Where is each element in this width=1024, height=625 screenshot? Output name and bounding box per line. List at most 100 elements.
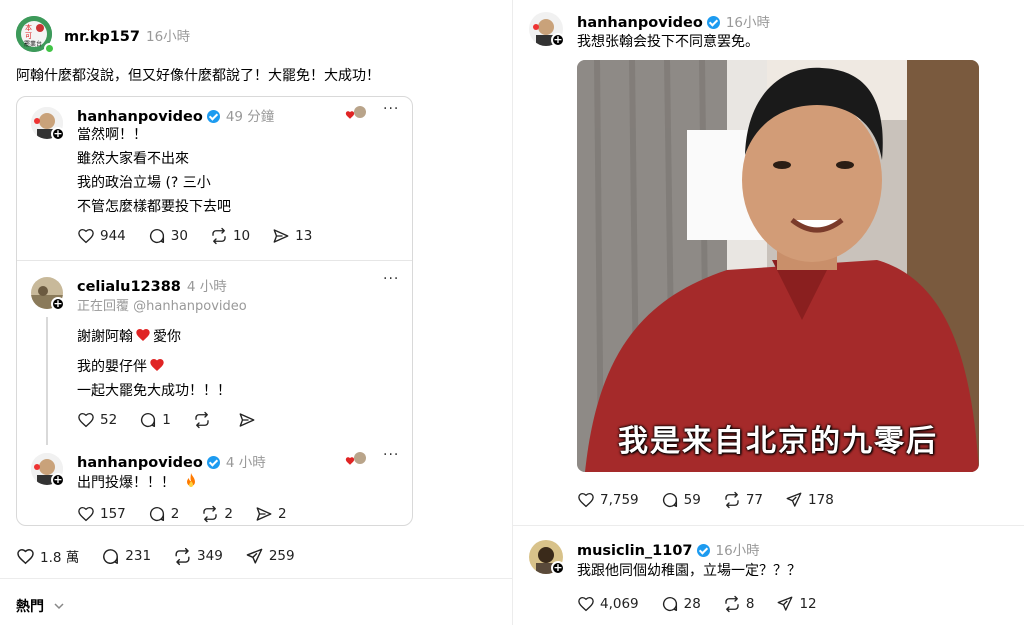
- heart-icon: [577, 491, 595, 509]
- username[interactable]: hanhanpovideo: [77, 455, 203, 471]
- follow-plus-icon[interactable]: +: [551, 561, 565, 575]
- red-heart-emoji-icon: [149, 357, 165, 373]
- verified-badge-icon: [696, 544, 710, 557]
- comment-button[interactable]: 1: [139, 411, 171, 429]
- comment-count: 1: [162, 412, 171, 428]
- share-button[interactable]: 178: [785, 491, 834, 509]
- replying-to-label[interactable]: 正在回覆 @hanhanpovideo: [77, 295, 247, 319]
- fire-emoji-icon: [187, 473, 195, 487]
- like-button[interactable]: 944: [77, 227, 126, 245]
- reply-text: 愛你: [153, 329, 181, 345]
- post-time: 4 小時: [225, 455, 266, 471]
- like-button[interactable]: 52: [77, 411, 117, 429]
- comment-bubble-icon: [139, 411, 157, 429]
- comment-bubble-icon: [148, 505, 166, 523]
- repost-button[interactable]: 77: [723, 491, 763, 509]
- quoted-thread-card[interactable]: + hanhanpovideo 49 分鐘 ··· 當然啊！！ 雖然大家看不出來 …: [16, 96, 413, 526]
- comment-button[interactable]: 59: [661, 491, 701, 509]
- action-bar: 4,069 28 8 12: [577, 595, 839, 613]
- share-button[interactable]: 12: [776, 595, 817, 613]
- left-post-panel: 本 可 罷業台 mr.kp157 16小時 阿翰什麼都沒說，但又好像什麼都說了！大…: [0, 0, 512, 625]
- heart-icon: [77, 411, 95, 429]
- reply-line: 謝謝阿翰 愛你: [77, 325, 181, 349]
- follow-plus-icon[interactable]: +: [51, 127, 65, 141]
- chevron-down-icon: [54, 603, 64, 610]
- comment-bubble-icon: [101, 547, 120, 566]
- online-status-dot: [44, 43, 55, 54]
- share-button[interactable]: [238, 411, 261, 429]
- like-button[interactable]: 7,759: [577, 491, 639, 509]
- follow-plus-icon[interactable]: +: [51, 473, 65, 487]
- verified-badge-icon: [206, 110, 220, 123]
- send-paper-plane-icon: [255, 505, 273, 523]
- comment-bubble-icon: [661, 491, 679, 509]
- divider: [513, 525, 1024, 526]
- share-button[interactable]: 13: [272, 227, 312, 245]
- post-time: 4 小時: [186, 279, 227, 295]
- comment-count: 231: [125, 548, 152, 564]
- share-count: 178: [808, 492, 834, 508]
- repost-button[interactable]: [193, 411, 216, 429]
- verified-badge-icon: [206, 456, 220, 469]
- avatar-text: 本: [25, 23, 32, 32]
- like-button[interactable]: 4,069: [577, 595, 639, 613]
- quote-author[interactable]: hanhanpovideo 4 小時: [77, 451, 266, 471]
- username[interactable]: hanhanpovideo: [577, 15, 703, 31]
- comment-bubble-icon: [661, 595, 679, 613]
- send-paper-plane-icon: [776, 595, 794, 613]
- follow-plus-icon[interactable]: +: [51, 297, 65, 311]
- liked-by-author-icon: [345, 106, 366, 119]
- post-author[interactable]: mr.kp157 16小時: [64, 25, 190, 45]
- share-count: 259: [268, 548, 295, 564]
- share-count: 2: [277, 506, 287, 522]
- quote-author[interactable]: celialu12388 4 小時: [77, 275, 227, 295]
- share-button[interactable]: 259: [245, 547, 295, 566]
- comment-count: 59: [683, 492, 701, 508]
- like-button[interactable]: 1.8 萬: [16, 546, 79, 566]
- reply-line: 雖然大家看不出來: [77, 151, 189, 167]
- repost-button[interactable]: 8: [723, 595, 755, 613]
- more-dots-icon[interactable]: ···: [383, 271, 399, 287]
- red-heart-emoji-icon: [135, 327, 151, 343]
- repost-button[interactable]: 10: [210, 227, 250, 245]
- like-button[interactable]: 157: [77, 505, 126, 523]
- video-frame-image: [577, 60, 979, 472]
- repost-button[interactable]: 349: [173, 547, 223, 566]
- send-paper-plane-icon: [245, 547, 264, 566]
- post-text: 我跟他同個幼稚園，立場一定？？？: [577, 563, 801, 579]
- repost-arrows-icon: [193, 411, 211, 429]
- avatar-text: 罷業台: [24, 40, 42, 48]
- comment-button[interactable]: 2: [148, 505, 179, 523]
- comment-button[interactable]: 28: [661, 595, 701, 613]
- comment-button[interactable]: 30: [148, 227, 188, 245]
- thread-connector-line: [46, 317, 48, 445]
- repost-arrows-icon: [723, 491, 741, 509]
- more-dots-icon[interactable]: ···: [383, 101, 399, 117]
- post-author[interactable]: musiclin_1107 16小時: [577, 539, 760, 559]
- username[interactable]: musiclin_1107: [577, 543, 693, 559]
- send-paper-plane-icon: [785, 491, 803, 509]
- post-time: 16小時: [725, 15, 770, 31]
- sort-dropdown[interactable]: 熱門: [16, 596, 65, 616]
- username[interactable]: mr.kp157: [64, 29, 140, 45]
- video-thumbnail[interactable]: 我是来自北京的九零后: [577, 60, 979, 472]
- action-bar: 944 30 10 13: [77, 227, 334, 245]
- reply-text: 我的嬰仔伴: [77, 359, 147, 375]
- reply-line: 當然啊！！: [77, 127, 147, 143]
- divider: [0, 578, 512, 579]
- quote-author[interactable]: hanhanpovideo 49 分鐘: [77, 105, 274, 125]
- post-author[interactable]: hanhanpovideo 16小時: [577, 11, 770, 31]
- username[interactable]: celialu12388: [77, 279, 181, 295]
- like-count: 4,069: [600, 596, 639, 612]
- heart-icon: [577, 595, 595, 613]
- repost-count: 77: [745, 492, 764, 508]
- repost-button[interactable]: 2: [201, 505, 233, 523]
- reply-line: 我的嬰仔伴: [77, 355, 165, 379]
- liked-by-author-icon: [345, 452, 366, 465]
- repost-arrows-icon: [210, 227, 228, 245]
- more-dots-icon[interactable]: ···: [383, 447, 399, 463]
- follow-plus-icon[interactable]: +: [551, 33, 565, 47]
- share-button[interactable]: 2: [255, 505, 287, 523]
- repost-count: 8: [745, 596, 755, 612]
- comment-button[interactable]: 231: [101, 547, 151, 566]
